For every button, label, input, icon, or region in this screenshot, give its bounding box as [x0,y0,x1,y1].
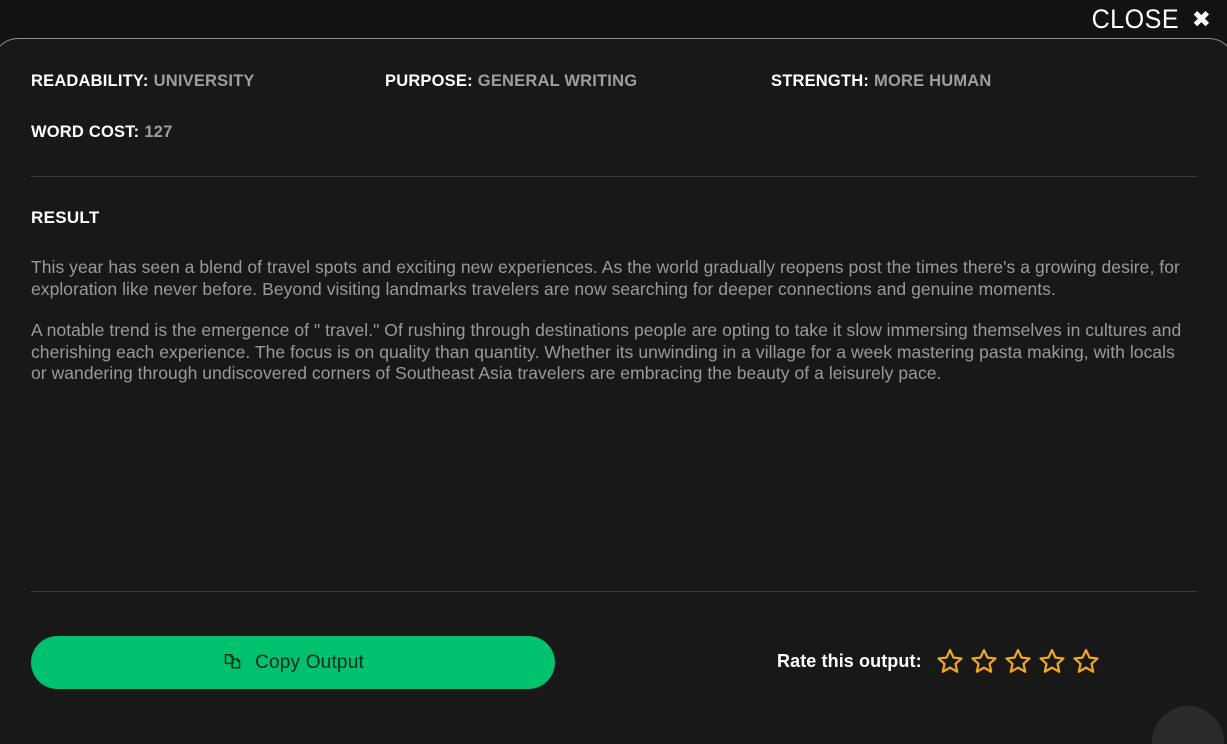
rating-label: Rate this output: [777,651,922,671]
result-heading: RESULT [31,208,100,227]
result-panel: READABILITY: UNIVERSITY PURPOSE: GENERAL W… [0,38,1227,744]
metadata-readability: READABILITY: UNIVERSITY [31,73,255,90]
rating-star-1[interactable] [936,647,964,675]
divider-bottom [31,591,1197,592]
result-paragraph: A notable trend is the emergence of " tr… [31,320,1182,383]
metadata-strength: STRENGTH: MORE HUMAN [771,73,992,90]
rating-star-2[interactable] [970,647,998,675]
footer-actions: Copy Output Rate this output: [0,636,1227,716]
result-paragraph: This year has seen a blend of travel spo… [31,257,1180,299]
metadata-word-cost: WORD COST: 127 [31,124,172,141]
close-x-icon: ✖ [1191,5,1211,32]
metadata-strength-label: STRENGTH: [771,72,870,90]
rating-stars [936,647,1100,675]
close-button-label: CLOSE [1091,3,1179,34]
result-modal-screen: CLOSE ✖ READABILITY: UNIVERSITY PURPOSE: G… [0,0,1227,744]
metadata-row-secondary: WORD COST: 127 [0,124,1227,153]
rating-star-5[interactable] [1072,647,1100,675]
divider-top [31,176,1197,177]
top-bar: CLOSE ✖ [0,0,1227,38]
copy-output-button[interactable]: Copy Output [31,636,555,689]
rating-star-4[interactable] [1038,647,1066,675]
copy-documents-icon [222,652,243,673]
metadata-strength-value: MORE HUMAN [874,72,992,90]
result-text: This year has seen a blend of travel spo… [31,257,1191,385]
metadata-section: READABILITY: UNIVERSITY PURPOSE: GENERAL W… [0,39,1227,153]
metadata-word-cost-label: WORD COST: [31,123,140,141]
close-button[interactable]: CLOSE ✖ [1085,3,1211,34]
metadata-readability-label: READABILITY: [31,72,149,90]
metadata-purpose: PURPOSE: GENERAL WRITING [385,73,637,90]
metadata-purpose-label: PURPOSE: [385,72,473,90]
copy-output-label: Copy Output [255,652,364,673]
metadata-word-cost-value: 127 [144,123,173,141]
rating-star-3[interactable] [1004,647,1032,675]
rating-control: Rate this output: [777,647,1100,675]
metadata-readability-value: UNIVERSITY [153,72,255,90]
metadata-row-primary: READABILITY: UNIVERSITY PURPOSE: GENERAL W… [0,73,1227,102]
metadata-purpose-value: GENERAL WRITING [477,72,638,90]
